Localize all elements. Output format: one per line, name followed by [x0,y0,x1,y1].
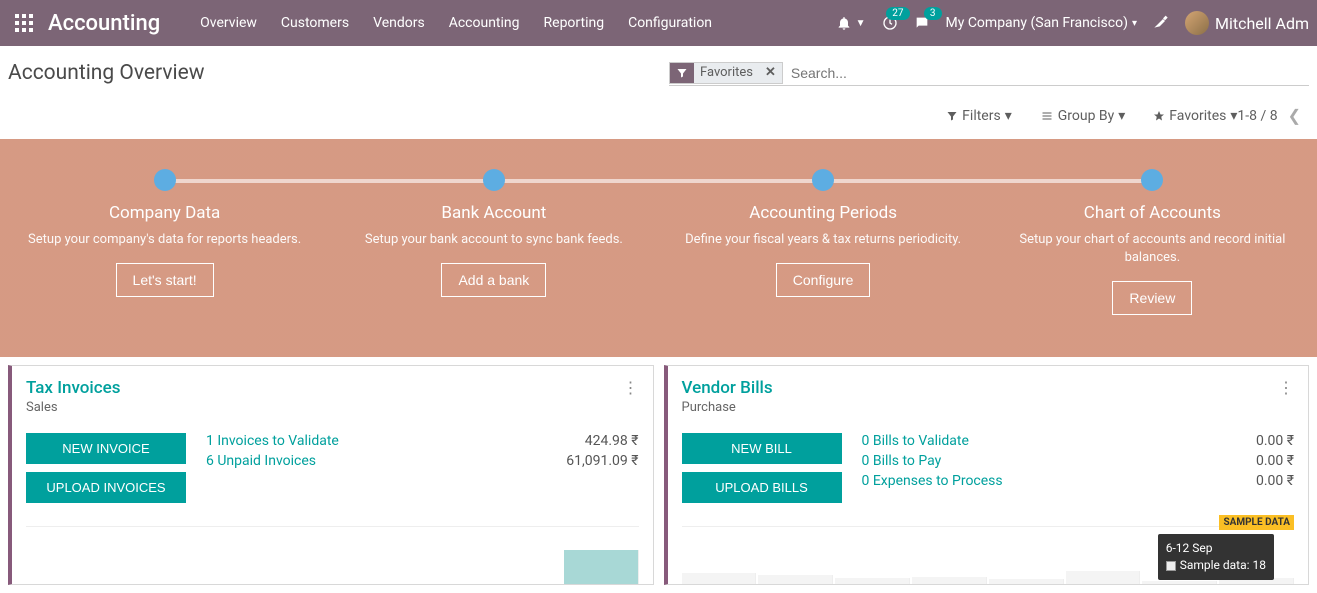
filters-label: Filters [962,108,1001,124]
stat-amount: 0.00 ₹ [1256,453,1294,469]
journal-card-tax: Tax Invoices Sales ⋮ NEW INVOICE UPLOAD … [8,365,654,585]
app-brand[interactable]: Accounting [48,11,160,36]
step-dot [154,169,176,191]
facet-close-icon[interactable]: ✕ [759,65,782,80]
filter-icon [670,63,694,83]
step-title: Chart of Accounts [1012,203,1293,223]
stat-amount: 0.00 ₹ [1256,473,1294,489]
step-desc: Define your fiscal years & tax returns p… [683,231,964,249]
tooltip-label: Sample data: 18 [1180,558,1266,572]
onboarding-banner: Company Data Setup your company's data f… [0,139,1317,357]
stat-link[interactable]: 0 Bills to Validate [862,433,969,449]
facet-label: Favorites [694,65,759,80]
caret-down-icon: ▾ [1005,108,1012,124]
step-dot [812,169,834,191]
user-menu[interactable]: Mitchell Adm [1185,11,1309,35]
stat-link[interactable]: 0 Expenses to Process [862,473,1003,489]
stat-amount: 0.00 ₹ [1256,433,1294,449]
step-title: Company Data [24,203,305,223]
tooltip-date: 6-12 Sep [1166,540,1266,557]
search-input[interactable] [787,61,1309,85]
step-periods-button[interactable]: Configure [776,263,871,297]
filters-dropdown[interactable]: Filters ▾ [946,108,1012,124]
chat-badge: 3 [924,7,942,20]
nav-reporting[interactable]: Reporting [544,15,605,31]
step-dot [483,169,505,191]
new-bill-button[interactable]: NEW BILL [682,433,842,464]
card-title[interactable]: Vendor Bills [682,378,773,398]
card-menu-icon[interactable]: ⋮ [623,378,639,415]
activity-badge: 27 [886,7,909,20]
step-desc: Setup your bank account to sync bank fee… [353,231,634,249]
avatar [1185,11,1209,35]
pager-prev-icon[interactable]: ❮ [1288,106,1301,125]
upload-bills-button[interactable]: UPLOAD BILLS [682,472,842,503]
nav-overview[interactable]: Overview [200,15,257,31]
apps-icon[interactable] [8,7,40,39]
stat-amount: 61,091.09 ₹ [566,453,638,469]
groupby-dropdown[interactable]: Group By ▾ [1040,108,1126,124]
notifications-button[interactable]: ▼ [836,15,866,31]
company-name: My Company (San Francisco) [946,15,1128,31]
nav-vendors[interactable]: Vendors [373,15,425,31]
step-coa-button[interactable]: Review [1112,281,1192,315]
card-subtitle: Sales [26,400,121,415]
favorites-label: Favorites [1169,108,1226,124]
page-title: Accounting Overview [8,61,205,85]
caret-down-icon: ▾ [1132,18,1137,29]
journal-card-vendor: Vendor Bills Purchase ⋮ NEW BILL UPLOAD … [664,365,1310,585]
activities-button[interactable]: 27 [882,15,898,31]
company-switcher[interactable]: My Company (San Francisco) ▾ [946,15,1137,31]
user-name: Mitchell Adm [1215,14,1309,33]
step-desc: Setup your chart of accounts and record … [1012,231,1293,267]
caret-down-icon: ▼ [856,18,866,29]
new-invoice-button[interactable]: NEW INVOICE [26,433,186,464]
messages-button[interactable]: 3 [914,15,930,31]
step-line [165,179,1153,183]
step-company-button[interactable]: Let's start! [116,263,214,297]
stat-amount: 424.98 ₹ [585,433,639,449]
stat-link[interactable]: 1 Invoices to Validate [206,433,339,449]
card-menu-icon[interactable]: ⋮ [1278,378,1294,415]
step-title: Accounting Periods [683,203,964,223]
upload-invoices-button[interactable]: UPLOAD INVOICES [26,472,186,503]
caret-down-icon: ▾ [1230,108,1237,124]
mini-chart [26,526,639,584]
nav-configuration[interactable]: Configuration [628,15,712,31]
stat-link[interactable]: 0 Bills to Pay [862,453,942,469]
sample-data-badge: SAMPLE DATA [1219,515,1294,530]
nav-accounting[interactable]: Accounting [449,15,520,31]
step-dot [1141,169,1163,191]
chart-tooltip: 6-12 Sep Sample data: 18 [1158,534,1274,580]
search-facet[interactable]: Favorites ✕ [669,62,783,84]
favorites-dropdown[interactable]: Favorites ▾ [1153,108,1237,124]
groupby-label: Group By [1058,108,1115,124]
caret-down-icon: ▾ [1118,108,1125,124]
mini-chart: SAMPLE DATA 6-12 Sep Sample data: 18 [682,526,1295,584]
step-bank-button[interactable]: Add a bank [441,263,546,297]
step-title: Bank Account [353,203,634,223]
nav-customers[interactable]: Customers [281,15,349,31]
card-title[interactable]: Tax Invoices [26,378,121,398]
card-subtitle: Purchase [682,400,773,415]
stat-link[interactable]: 6 Unpaid Invoices [206,453,316,469]
step-desc: Setup your company's data for reports he… [24,231,305,249]
debug-icon[interactable] [1153,13,1169,33]
pager-range[interactable]: 1-8 / 8 [1237,108,1277,124]
